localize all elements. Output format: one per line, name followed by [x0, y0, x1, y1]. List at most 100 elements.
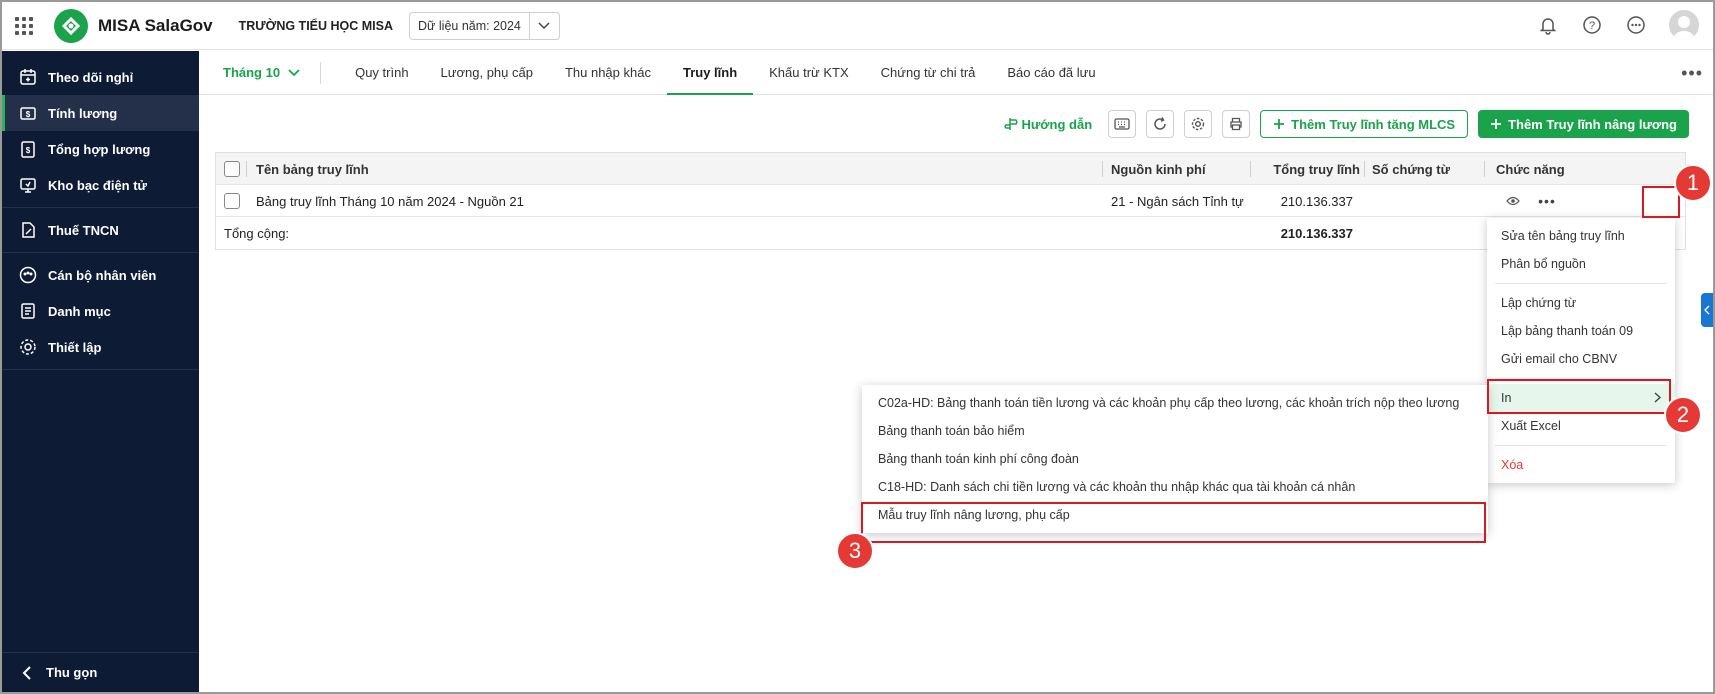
menu-item-export-excel[interactable]: Xuất Excel: [1487, 412, 1675, 440]
guide-label: Hướng dẫn: [1021, 116, 1093, 132]
print-item-union-fee[interactable]: Bảng thanh toán kinh phí công đoàn: [862, 445, 1488, 473]
menu-item-allocate-source[interactable]: Phân bổ nguồn: [1487, 250, 1675, 278]
row-checkbox[interactable]: [224, 185, 240, 217]
sidebar-collapse-button[interactable]: Thu gọn: [2, 652, 199, 692]
payroll-icon: $: [18, 103, 38, 123]
header-total[interactable]: Tổng truy lĩnh: [1260, 153, 1360, 185]
summary-icon: $: [18, 139, 38, 159]
plus-icon: [1273, 118, 1285, 130]
sidebar-item-label: Thiết lập: [48, 339, 102, 355]
sidebar-item-label: Thuế TNCN: [48, 222, 119, 238]
refresh-icon: [1153, 117, 1167, 131]
settings-button[interactable]: [1184, 110, 1213, 138]
top-bar: MISA SalaGov TRƯỜNG TIỂU HỌC MISA Dữ liệ…: [2, 2, 1713, 50]
step-badge-2: 2: [1664, 396, 1702, 434]
collapse-label: Thu gọn: [46, 665, 98, 680]
bell-icon[interactable]: [1537, 14, 1559, 36]
sidebar: Theo dõi nghỉ $ Tính lương $ Tổng hợp lư…: [2, 51, 199, 692]
refresh-button[interactable]: [1146, 110, 1175, 138]
sidebar-divider: [2, 207, 199, 208]
tab-process[interactable]: Quy trình: [339, 51, 424, 95]
svg-text:$: $: [26, 146, 31, 155]
svg-text:?: ?: [1589, 20, 1595, 32]
sidebar-item-payroll-summary[interactable]: $ Tổng hợp lương: [2, 131, 199, 167]
year-label: Dữ liệu năm: 2024: [418, 18, 521, 33]
column-divider: [246, 161, 247, 177]
table-footer-row: Tổng cộng: 210.136.337: [216, 217, 1685, 249]
more-horizontal-icon[interactable]: •••: [1681, 63, 1703, 84]
tax-icon: [18, 220, 38, 240]
backpay-table: Tên bảng truy lĩnh Nguồn kinh phí Tổng t…: [215, 152, 1686, 250]
menu-divider: [1495, 283, 1667, 284]
tab-bar: Tháng 10 Quy trình Lương, phụ cấp Thu nh…: [199, 51, 1713, 95]
menu-item-send-email[interactable]: Gửi email cho CBNV: [1487, 345, 1675, 373]
step-badge-3: 3: [836, 532, 874, 570]
chevron-down-icon[interactable]: [528, 12, 559, 39]
row-context-menu: Sửa tên bảng truy lĩnh Phân bổ nguồn Lập…: [1487, 218, 1675, 483]
print-item-insurance[interactable]: Bảng thanh toán bảo hiểm: [862, 417, 1488, 445]
chevron-left-icon: [1704, 305, 1710, 315]
sidebar-item-settings[interactable]: Thiết lập: [2, 329, 199, 365]
tab-payment-vouchers[interactable]: Chứng từ chi trả: [865, 51, 992, 95]
select-all-checkbox[interactable]: [224, 153, 240, 185]
tab-divider: [320, 61, 322, 84]
gear-icon: [18, 337, 38, 357]
menu-divider: [1495, 445, 1667, 446]
header-voucher[interactable]: Số chứng từ: [1372, 153, 1450, 185]
header-name[interactable]: Tên bảng truy lĩnh: [256, 153, 369, 185]
year-selector[interactable]: Dữ liệu năm: 2024: [409, 11, 560, 40]
sidebar-item-payroll[interactable]: $ Tính lương: [2, 95, 199, 131]
keyboard-button[interactable]: [1108, 110, 1137, 138]
add-backpay-mlcs-button[interactable]: Thêm Truy lĩnh tăng MLCS: [1260, 110, 1469, 138]
more-circle-icon[interactable]: [1625, 14, 1647, 36]
tab-salary-allowance[interactable]: Lương, phụ cấp: [425, 51, 549, 95]
tab-saved-reports[interactable]: Báo cáo đã lưu: [991, 51, 1111, 95]
menu-item-delete[interactable]: Xóa: [1487, 451, 1675, 479]
column-divider: [1484, 161, 1485, 177]
table-header-row: Tên bảng truy lĩnh Nguồn kinh phí Tổng t…: [216, 153, 1685, 185]
header-source[interactable]: Nguồn kinh phí: [1111, 153, 1206, 185]
menu-item-rename[interactable]: Sửa tên bảng truy lĩnh: [1487, 222, 1675, 250]
header-action: Chức năng: [1496, 161, 1565, 177]
calendar-icon: [18, 67, 38, 87]
sidebar-item-treasury[interactable]: Kho bạc điện tử: [2, 167, 199, 203]
month-selector[interactable]: Tháng 10: [223, 65, 300, 80]
tab-dorm-deduction[interactable]: Khấu trừ KTX: [753, 51, 865, 95]
misa-logo-icon: [54, 8, 88, 43]
sidebar-item-label: Kho bạc điện tử: [48, 177, 147, 193]
row-name: Bảng truy lĩnh Tháng 10 năm 2024 - Nguồn…: [256, 193, 524, 209]
side-panel-toggle[interactable]: [1701, 293, 1713, 327]
print-item-c18[interactable]: C18-HD: Danh sách chi tiền lương và các …: [862, 473, 1488, 501]
sidebar-item-label: Cán bộ nhân viên: [48, 267, 157, 283]
highlight-box-print: [1487, 379, 1671, 414]
treasury-icon: [18, 175, 38, 195]
chevron-left-icon: [22, 665, 32, 680]
tab-back-pay[interactable]: Truy lĩnh: [666, 51, 754, 95]
highlight-box-more: [1642, 186, 1680, 218]
sidebar-item-leave-tracking[interactable]: Theo dõi nghỉ: [2, 59, 199, 95]
chevron-down-icon: [288, 68, 300, 77]
column-divider: [1364, 161, 1365, 177]
eye-icon[interactable]: [1506, 185, 1520, 217]
sidebar-item-label: Tổng hợp lương: [48, 141, 151, 157]
tab-other-income[interactable]: Thu nhập khác: [549, 51, 667, 95]
avatar[interactable]: [1669, 10, 1699, 40]
footer-total: 210.136.337: [1280, 225, 1353, 241]
row-more-button[interactable]: •••: [1534, 185, 1560, 217]
step-badge-1: 1: [1674, 164, 1712, 202]
print-button[interactable]: [1222, 110, 1251, 138]
menu-item-payment-sheet-09[interactable]: Lập bảng thanh toán 09: [1487, 317, 1675, 345]
gear-icon: [1191, 117, 1205, 131]
guide-link[interactable]: Hướng dẫn: [1003, 116, 1093, 132]
add-backpay-raise-button[interactable]: Thêm Truy lĩnh nâng lương: [1478, 110, 1689, 138]
staff-icon: [18, 265, 38, 285]
apps-grid-icon[interactable]: [2, 2, 46, 50]
printer-icon: [1229, 117, 1243, 131]
sidebar-item-pit-tax[interactable]: Thuế TNCN: [2, 212, 199, 248]
print-item-c02a[interactable]: C02a-HD: Bảng thanh toán tiền lương và c…: [862, 389, 1488, 417]
table-row[interactable]: Bảng truy lĩnh Tháng 10 năm 2024 - Nguồn…: [216, 185, 1685, 217]
help-icon[interactable]: ?: [1581, 14, 1603, 36]
sidebar-item-staff[interactable]: Cán bộ nhân viên: [2, 257, 199, 293]
sidebar-item-catalog[interactable]: Danh mục: [2, 293, 199, 329]
menu-item-create-voucher[interactable]: Lập chứng từ: [1487, 289, 1675, 317]
